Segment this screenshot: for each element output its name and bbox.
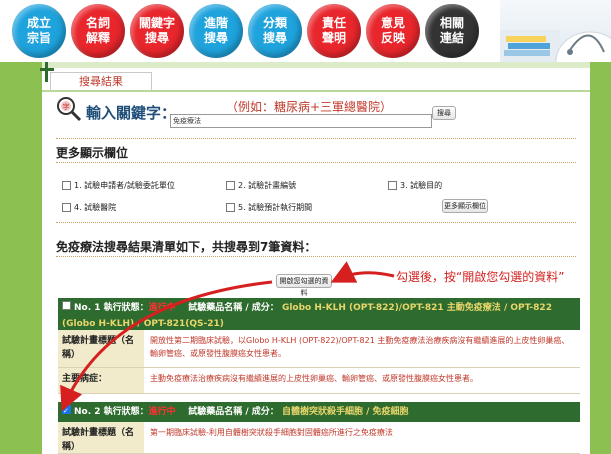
- search-example: （例如：糖尿病+三軍總醫院）: [226, 100, 393, 114]
- row-label: 主要病症：: [58, 368, 144, 393]
- open-selected-button[interactable]: 開啟您勾選的資料: [276, 274, 332, 297]
- nav-category-search-button[interactable]: 分類 搜尋: [248, 4, 302, 58]
- nav-glossary-button[interactable]: 名詞 解釋: [71, 4, 125, 58]
- nav-advanced-search-button[interactable]: 進階 搜尋: [189, 4, 243, 58]
- result-1-status: 進行中: [148, 303, 176, 313]
- checkbox[interactable]: [226, 181, 235, 190]
- result-2-drug-link[interactable]: 自體樹突狀殺手細胞 / 免疫細胞: [282, 407, 409, 417]
- nav-keyword-search-button[interactable]: 關鍵字 搜尋: [130, 4, 184, 58]
- svg-text:字: 字: [63, 102, 70, 111]
- option-applicant[interactable]: 1. 試驗申請者/試驗委託單位: [62, 180, 175, 191]
- search-row: 字 輸入關鍵字： （例如：糖尿病+三軍總醫院） 免疫療法 搜尋: [56, 96, 576, 136]
- option-hospital[interactable]: 4. 試驗醫院: [62, 202, 116, 213]
- tab-search-results[interactable]: 搜尋結果: [50, 72, 152, 91]
- result-1-condition-row: 主要病症： 主動免疫療法治療疾病沒有繼續進展的上皮性卵巢癌、輸卵管癌、或原發性腹…: [58, 368, 580, 394]
- option-period[interactable]: 5. 試驗預計執行期間: [226, 202, 312, 213]
- result-1-header: No. 1 執行狀態：進行中 試驗藥品名稱 / 成分： Globo H-KLH …: [58, 298, 580, 330]
- checkbox[interactable]: [226, 203, 235, 212]
- nav-links-button[interactable]: 相關 連結: [425, 4, 479, 58]
- doctor-image: [500, 30, 611, 62]
- results-summary: 免疫療法搜尋結果清單如下，共搜尋到7筆資料：: [56, 240, 317, 254]
- magnifier-icon: 字: [57, 97, 82, 122]
- result-2-title-link[interactable]: 第一期臨床試驗-利用自體樹突狀殺手細胞對固體癌所進行之免疫療法: [144, 422, 580, 453]
- option-plan-number[interactable]: 2. 試驗計畫編號: [226, 180, 296, 191]
- content-top-bar: [42, 62, 590, 68]
- nav-mission-button[interactable]: 成立 宗旨: [12, 4, 66, 58]
- result-1-condition-value: 主動免疫療法治療疾病沒有繼續進展的上皮性卵巢癌、輸卵管癌、或原發性腹膜癌女性患者…: [144, 368, 580, 393]
- nav-disclaimer-button[interactable]: 責任 聲明: [307, 4, 361, 58]
- divider: [56, 222, 576, 223]
- result-2-status: 進行中: [148, 407, 176, 417]
- result-2-header: No. 2 執行狀態：進行中 試驗藥品名稱 / 成分： 自體樹突狀殺手細胞 / …: [58, 402, 580, 422]
- nav-feedback-button[interactable]: 意見 反映: [366, 4, 420, 58]
- search-title: 輸入關鍵字：: [86, 104, 177, 122]
- result-1-title-link[interactable]: 開放性第二期臨床試驗，以Globo H-KLH (OPT-822)/OPT-82…: [144, 330, 580, 367]
- result-2-checkbox[interactable]: [62, 403, 71, 419]
- checkbox[interactable]: [388, 181, 397, 190]
- top-navigation: 成立 宗旨 名詞 解釋 關鍵字 搜尋 進階 搜尋 分類 搜尋 責任 聲明 意見 …: [0, 0, 611, 62]
- row-label: 試驗計畫標題（名稱）: [58, 422, 144, 453]
- annotation-text: 勾選後，按“開啟您勾選的資料”: [396, 270, 565, 284]
- doctor-illustration: [500, 0, 611, 62]
- more-fields-button[interactable]: 更多顯示欄位: [442, 199, 488, 213]
- result-1-title-row: 試驗計畫標題（名稱） 開放性第二期臨床試驗，以Globo H-KLH (OPT-…: [58, 330, 580, 368]
- divider: [56, 256, 576, 257]
- search-button[interactable]: 搜尋: [432, 106, 456, 120]
- checkbox[interactable]: [62, 181, 71, 190]
- tab-underline: [42, 90, 590, 92]
- checkbox[interactable]: [62, 203, 71, 212]
- divider: [56, 162, 576, 163]
- result-1-checkbox[interactable]: [62, 301, 71, 310]
- divider: [56, 138, 576, 139]
- result-2-title-row: 試驗計畫標題（名稱） 第一期臨床試驗-利用自體樹突狀殺手細胞對固體癌所進行之免疫…: [58, 422, 580, 454]
- more-fields-title: 更多顯示欄位: [56, 146, 129, 160]
- row-label: 試驗計畫標題（名稱）: [58, 330, 144, 367]
- option-purpose[interactable]: 3. 試驗目的: [388, 180, 442, 191]
- search-input[interactable]: 免疫療法: [170, 114, 432, 128]
